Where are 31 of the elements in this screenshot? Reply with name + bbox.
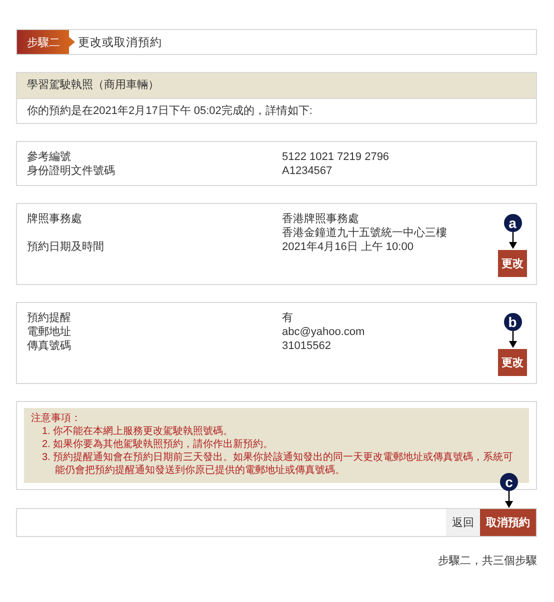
field-value: 31015562 xyxy=(282,339,332,353)
arrow-icon xyxy=(508,232,516,249)
field-label: 傳真號碼 xyxy=(27,339,72,353)
field-value: 香港牌照事務處 xyxy=(282,212,360,226)
field-label: 電郵地址 xyxy=(27,325,72,339)
note-item: 2. 如果你要為其他駕駛執照預約，請你作出新預約。 xyxy=(42,438,274,451)
field-value: abc@yahoo.com xyxy=(282,325,366,339)
arrow-icon xyxy=(508,331,516,348)
field-value: 2021年4月16日 上午 10:00 xyxy=(282,240,414,254)
field-label: 預約日期及時間 xyxy=(27,240,105,254)
step-tag: 步驟二 xyxy=(17,30,75,54)
field-label: 牌照事務處 xyxy=(27,212,83,227)
back-button[interactable]: 返回 xyxy=(446,509,480,536)
change-button[interactable]: 更改 xyxy=(498,250,527,277)
field-label: 身份證明文件號碼 xyxy=(27,164,116,178)
section-header: 學習駕駛執照（商用車輛） xyxy=(17,73,536,99)
step-title: 更改或取消預約 xyxy=(78,36,162,50)
field-value: 5122 1021 7219 2796 xyxy=(282,150,390,164)
note-item: 1. 你不能在本網上服務更改駕駛執照號碼。 xyxy=(42,425,234,438)
field-label: 參考編號 xyxy=(27,150,71,164)
field-label: 預約提醒 xyxy=(27,311,72,325)
confirmation-message: 你的預約是在2021年2月17日下午 05:02完成的，詳情如下: xyxy=(26,104,314,119)
arrow-icon xyxy=(505,491,513,508)
field-value: A1234567 xyxy=(282,164,334,178)
callout-badge: a xyxy=(504,214,522,232)
cancel-booking-button[interactable]: 取消預約 xyxy=(480,509,536,536)
field-value: 有 xyxy=(282,311,294,325)
notes-title: 注意事項： xyxy=(31,412,82,425)
field-value: 香港金鐘道九十五號統一中心三樓 xyxy=(282,226,448,240)
callout-badge: b xyxy=(504,313,522,331)
change-button[interactable]: 更改 xyxy=(498,349,527,376)
